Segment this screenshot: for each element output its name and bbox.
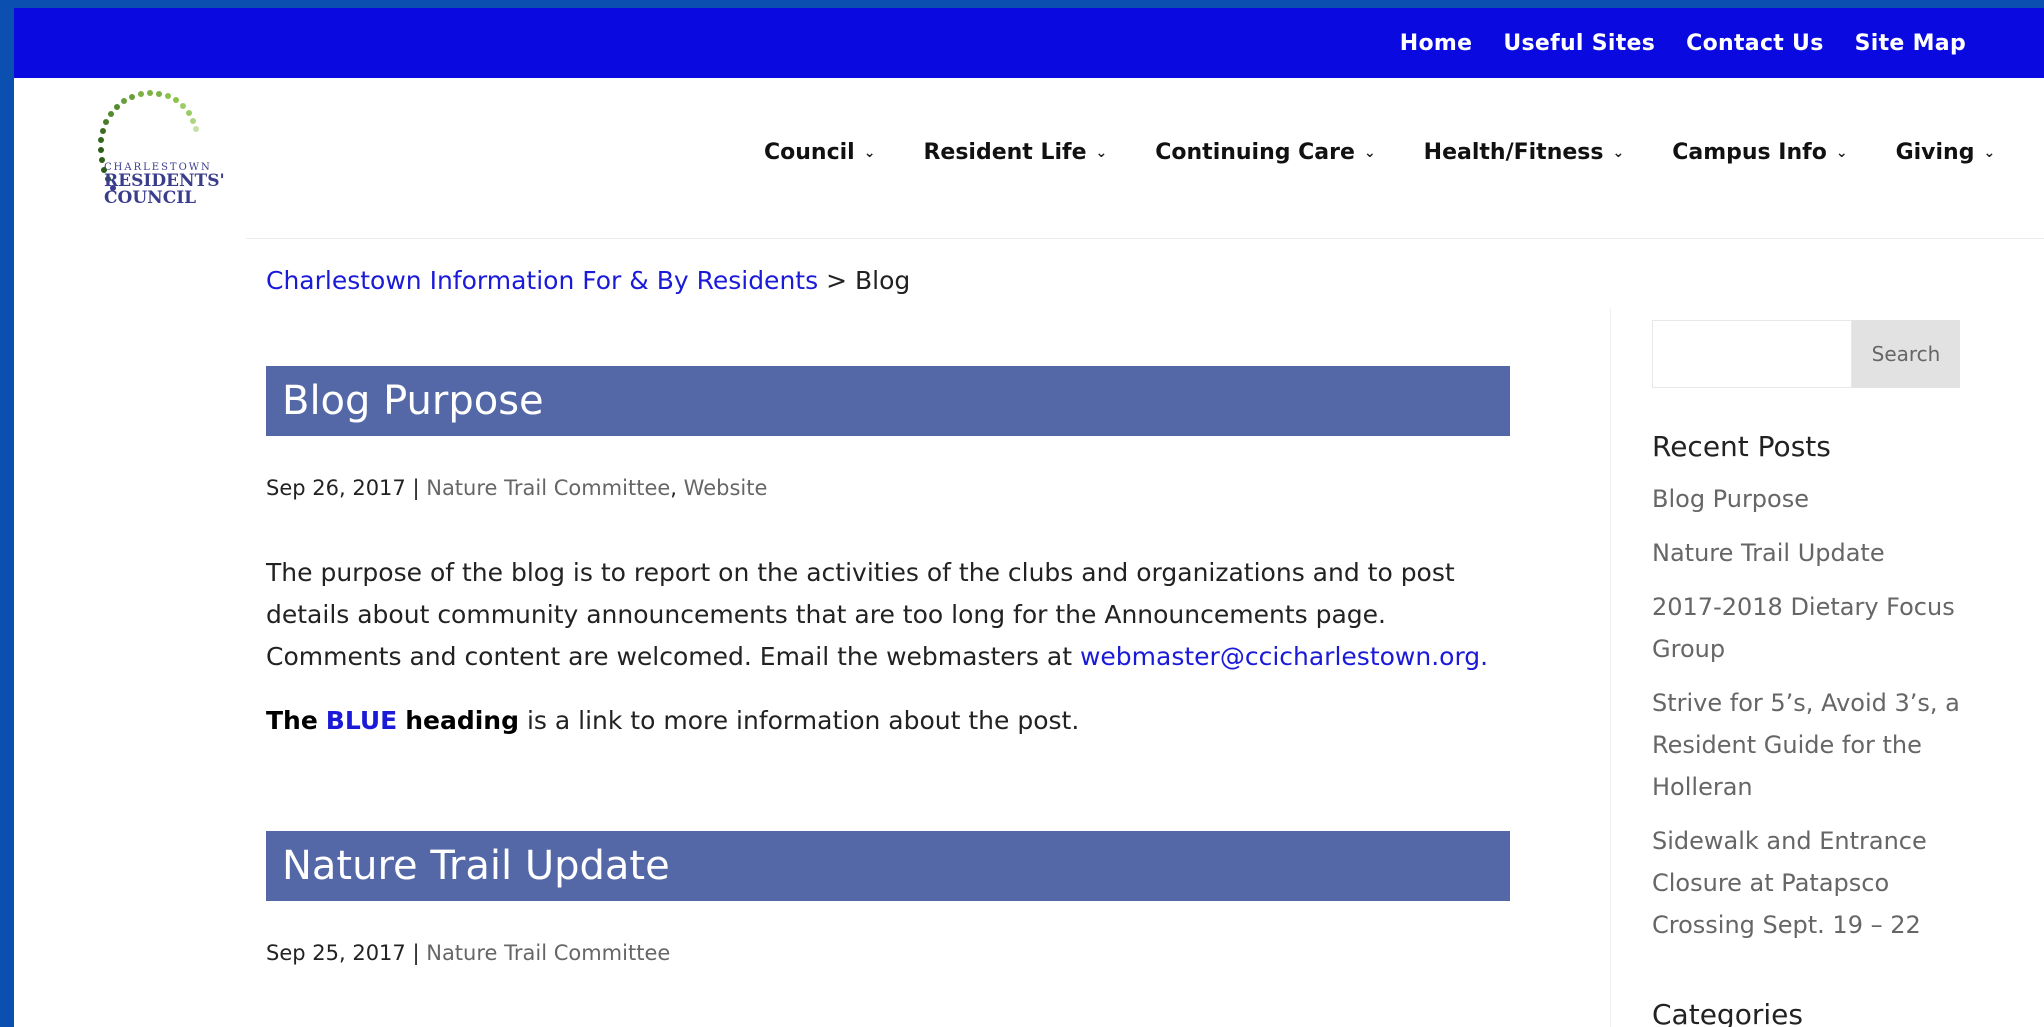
blue-heading-note: The BLUE heading is a link to more infor… xyxy=(266,706,1079,735)
chevron-down-icon: ⌄ xyxy=(1835,144,1848,161)
top-link-home[interactable]: Home xyxy=(1400,31,1473,56)
note-blue: BLUE xyxy=(325,706,398,735)
breadcrumb-home-link[interactable]: Charlestown Information For & By Residen… xyxy=(266,266,818,295)
nav-item-giving[interactable]: Giving ⌄ xyxy=(1896,140,1996,165)
breadcrumb-current: Blog xyxy=(854,266,911,295)
post-date: Sep 26, 2017 xyxy=(266,476,406,500)
top-link-contact-us[interactable]: Contact Us xyxy=(1686,31,1823,56)
nav-label: Continuing Care xyxy=(1155,140,1355,165)
nav-label: Resident Life xyxy=(923,140,1087,165)
nav-label: Giving xyxy=(1895,140,1975,165)
post-title-link[interactable]: Blog Purpose xyxy=(266,366,1510,436)
recent-post-link[interactable]: Sidewalk and Entrance Closure at Patapsc… xyxy=(1652,820,1972,946)
logo-text: CHARLESTOWN RESIDENTS' COUNCIL xyxy=(104,163,225,207)
page: Home Useful Sites Contact Us Site Map CH… xyxy=(14,8,2044,1027)
categories-heading: Categories xyxy=(1652,998,1803,1027)
nav-item-health-fitness[interactable]: Health/Fitness ⌄ xyxy=(1424,140,1625,165)
recent-post-link[interactable]: Blog Purpose xyxy=(1652,478,1972,520)
chevron-down-icon: ⌄ xyxy=(1983,144,1996,161)
post-meta: Sep 25, 2017 | Nature Trail Committee xyxy=(266,941,670,965)
breadcrumb-separator: > xyxy=(826,266,848,295)
sidebar-divider xyxy=(1610,308,1611,1027)
nav-label: Council xyxy=(764,140,855,165)
nav-label: Campus Info xyxy=(1672,140,1827,165)
webmaster-email-link[interactable]: webmaster@ccicharlestown.org. xyxy=(1080,642,1488,671)
nav-divider xyxy=(246,238,2044,239)
post-meta: Sep 26, 2017 | Nature Trail Committee, W… xyxy=(266,476,767,500)
top-link-useful-sites[interactable]: Useful Sites xyxy=(1503,31,1655,56)
search-input[interactable] xyxy=(1652,320,1852,388)
meta-separator: | xyxy=(412,941,420,965)
main-nav: Council ⌄ Resident Life ⌄ Continuing Care ⌄… xyxy=(764,140,1995,165)
top-bar: Home Useful Sites Contact Us Site Map xyxy=(14,8,2044,78)
nav-item-resident-life[interactable]: Resident Life ⌄ xyxy=(923,140,1107,165)
recent-posts-heading: Recent Posts xyxy=(1652,430,1831,463)
post-excerpt: The purpose of the blog is to report on … xyxy=(266,552,1506,678)
breadcrumb: Charlestown Information For & By Residen… xyxy=(266,266,910,295)
category-link-nature-trail[interactable]: Nature Trail Committee xyxy=(426,476,670,500)
recent-post-link[interactable]: Nature Trail Update xyxy=(1652,532,1972,574)
note-prefix: The xyxy=(266,706,318,735)
meta-separator: | xyxy=(412,476,420,500)
search-button[interactable]: Search xyxy=(1852,320,1960,388)
chevron-down-icon: ⌄ xyxy=(1612,144,1625,161)
recent-posts-list: Blog Purpose Nature Trail Update 2017-20… xyxy=(1652,478,1972,958)
recent-post-link[interactable]: 2017-2018 Dietary Focus Group xyxy=(1652,586,1972,670)
chevron-down-icon: ⌄ xyxy=(1363,144,1376,161)
category-comma: , xyxy=(670,476,677,500)
recent-post-link[interactable]: Strive for 5’s, Avoid 3’s, a Resident Gu… xyxy=(1652,682,1972,808)
nav-item-campus-info[interactable]: Campus Info ⌄ xyxy=(1672,140,1847,165)
note-heading: heading xyxy=(405,706,519,735)
chevron-down-icon: ⌄ xyxy=(1095,144,1108,161)
logo-line-3: COUNCIL xyxy=(104,188,197,208)
category-link-nature-trail[interactable]: Nature Trail Committee xyxy=(426,941,670,965)
post-date: Sep 25, 2017 xyxy=(266,941,406,965)
post-title-link[interactable]: Nature Trail Update xyxy=(266,831,1510,901)
chevron-down-icon: ⌄ xyxy=(863,144,876,161)
nav-label: Health/Fitness xyxy=(1423,140,1604,165)
top-links: Home Useful Sites Contact Us Site Map xyxy=(1400,8,1966,78)
nav-item-continuing-care[interactable]: Continuing Care ⌄ xyxy=(1155,140,1375,165)
top-link-site-map[interactable]: Site Map xyxy=(1855,31,1966,56)
note-suffix: is a link to more information about the … xyxy=(526,706,1080,735)
category-link-website[interactable]: Website xyxy=(684,476,768,500)
nav-item-council[interactable]: Council ⌄ xyxy=(764,140,875,165)
